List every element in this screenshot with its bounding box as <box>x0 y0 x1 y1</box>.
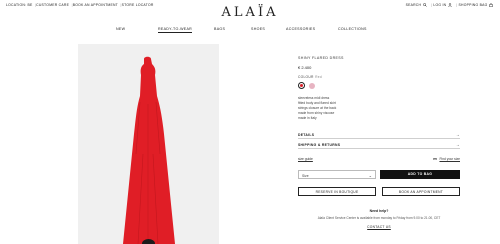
chevron-down-icon: ⌄ <box>368 172 372 178</box>
product-name: SHINY FLARED DRESS <box>298 56 344 60</box>
carousel-indicator[interactable] <box>142 239 155 244</box>
size-guide-link[interactable]: size guide <box>298 157 313 161</box>
nav-collections[interactable]: COLLECTIONS <box>338 27 367 31</box>
dress-illustration <box>123 56 175 244</box>
product-description: sleeveless midi dress fitted body and fl… <box>298 96 336 121</box>
details-accordion[interactable]: DETAILS → <box>298 130 460 139</box>
nav-bags[interactable]: BAGS <box>214 27 225 31</box>
details-label: DETAILS <box>298 133 315 137</box>
find-your-size-label: Find your size <box>439 157 460 161</box>
contact-us-link[interactable]: CONTACT US <box>298 225 460 229</box>
color-swatch-red[interactable] <box>298 82 305 89</box>
book-appointment-button[interactable]: BOOK AN APPOINTMENT <box>382 187 460 196</box>
nav-shoes[interactable]: SHOES <box>251 27 265 31</box>
nav-ready-to-wear[interactable]: READY-TO-WEAR <box>158 27 193 33</box>
nav-new[interactable]: NEW <box>116 27 125 31</box>
product-price: € 2.400 <box>298 65 312 70</box>
help-text: Alaïa Client Service Center is available… <box>317 216 441 220</box>
main-nav: NEW READY-TO-WEAR BAGS SHOES ACCESSORIES… <box>0 27 500 35</box>
description-line: made from shiny viscose <box>298 110 335 115</box>
arrow-right-icon: → <box>455 142 460 147</box>
description-line: strings closure at the back <box>298 105 337 110</box>
shipping-label: SHIPPING & RETURNS <box>298 143 341 147</box>
reserve-in-boutique-button[interactable]: RESERVE IN BOUTIQUE <box>298 187 376 196</box>
brand-logo[interactable]: ALAÏA <box>0 5 500 20</box>
find-your-size-link[interactable]: Find your size <box>433 157 460 161</box>
shipping-accordion[interactable]: SHIPPING & RETURNS → <box>298 140 460 149</box>
product-image[interactable] <box>78 44 219 244</box>
color-swatch-pink[interactable] <box>309 82 315 89</box>
color-heading: COLOUR <box>298 75 314 79</box>
help-section: Need help? Alaïa Client Service Center i… <box>298 209 460 229</box>
help-heading: Need help? <box>369 209 389 213</box>
nav-accessories[interactable]: ACCESSORIES <box>286 27 315 31</box>
arrow-right-icon: → <box>455 132 460 137</box>
ruler-icon <box>433 158 438 160</box>
size-select[interactable]: Size ⌄ <box>298 170 376 179</box>
size-select-label: Size <box>302 173 309 178</box>
color-value: Red <box>315 75 322 79</box>
color-label: COLOUR Red <box>298 75 322 79</box>
description-line: made in Italy <box>298 115 317 120</box>
add-to-bag-button[interactable]: ADD TO BAG <box>380 170 460 179</box>
